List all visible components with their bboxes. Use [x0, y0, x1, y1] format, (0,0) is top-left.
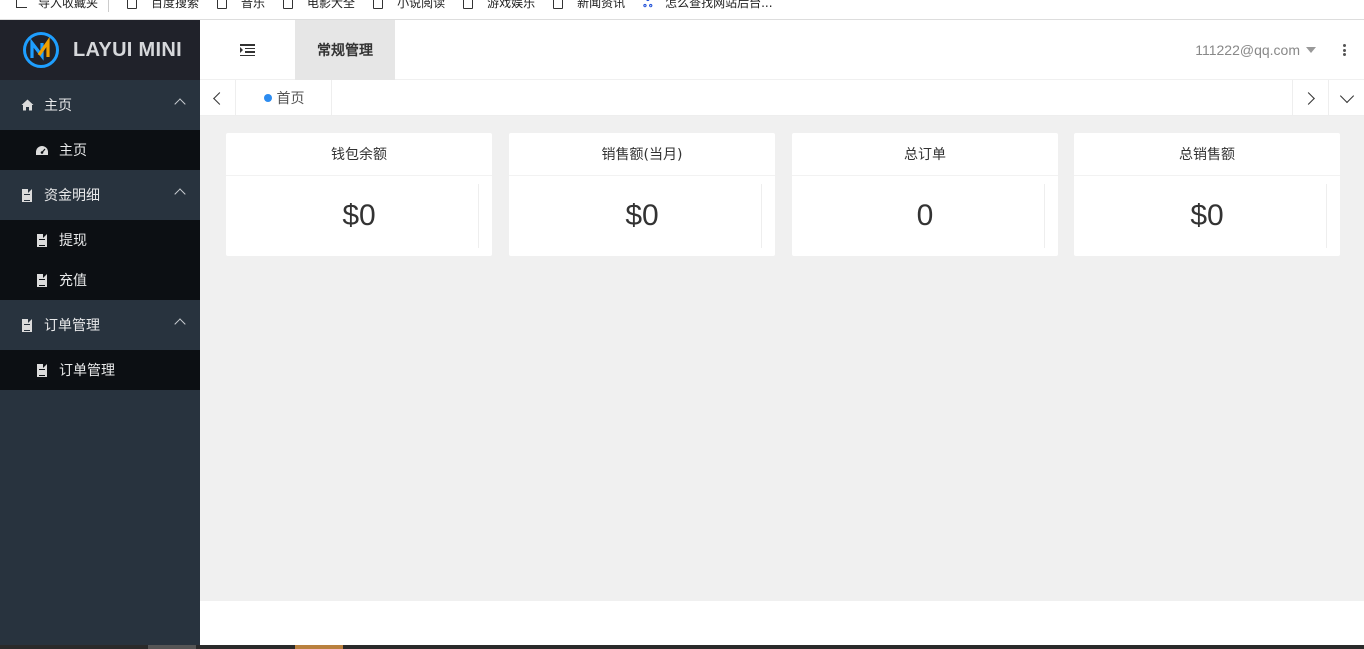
chevron-up-icon: [174, 98, 186, 110]
submenu-funds: 提现 充值: [0, 220, 200, 300]
card-title: 总订单: [792, 133, 1058, 176]
logo-icon: [23, 32, 59, 68]
file-icon: [20, 318, 34, 332]
page-icon: [217, 0, 228, 9]
home-icon: [20, 98, 34, 112]
sidebar-item-recharge[interactable]: 充值: [0, 260, 200, 300]
bookmarks-bar: 导入收藏夹 百度搜索 音乐 电影大全 小说阅读 游戏娱乐 新闻资讯 ஃ 怎么查找网…: [0, 0, 1364, 20]
menu-head-orders[interactable]: 订单管理: [0, 300, 200, 350]
sidebar-item-home[interactable]: 主页: [0, 130, 200, 170]
file-icon: [35, 363, 49, 377]
tab-scroll-left-button[interactable]: [200, 80, 236, 116]
bookmark-separator: [108, 0, 110, 12]
submenu-orders: 订单管理: [0, 350, 200, 390]
chevron-right-icon: [1302, 91, 1315, 105]
os-taskbar: [0, 645, 1364, 649]
sidebar-item-orders[interactable]: 订单管理: [0, 350, 200, 390]
menu-toggle-button[interactable]: [200, 20, 295, 80]
file-icon: [35, 233, 49, 247]
page-icon: [127, 0, 138, 9]
chevron-left-icon: [213, 91, 226, 105]
sidebar-item-withdraw[interactable]: 提现: [0, 220, 200, 260]
vertical-dots-icon[interactable]: [1343, 44, 1346, 56]
card-value: $0: [509, 176, 775, 256]
page-icon: [463, 0, 474, 9]
chevron-down-icon: [1339, 88, 1354, 103]
sidebar: LAYUI MINI 主页 主页 资金明细 提现 充值 订单管理 订单管理: [0, 20, 200, 649]
card-value: $0: [226, 176, 492, 256]
footer: [200, 601, 1364, 645]
indent-icon: [240, 44, 255, 56]
menu-group-home: 主页 主页: [0, 80, 200, 170]
chevron-up-icon: [174, 188, 186, 200]
chevron-up-icon: [174, 318, 186, 330]
menu-group-funds: 资金明细 提现 充值: [0, 170, 200, 300]
card-value: 0: [792, 176, 1058, 256]
card-title: 总销售额: [1074, 133, 1340, 176]
stat-card-total-sales: 总销售额 $0: [1074, 133, 1340, 256]
page-icon: [373, 0, 384, 9]
tab-strip: 首页: [200, 80, 1364, 116]
menu-head-home[interactable]: 主页: [0, 80, 200, 130]
bookmark-item[interactable]: 电影大全: [283, 0, 355, 13]
tab-scroll-right-button[interactable]: [1292, 80, 1328, 116]
file-icon: [35, 273, 49, 287]
user-menu[interactable]: 111222@qq.com: [1195, 20, 1316, 80]
menu-group-orders: 订单管理 订单管理: [0, 300, 200, 390]
tab-home[interactable]: 首页: [237, 80, 332, 116]
logo[interactable]: LAYUI MINI: [0, 20, 200, 80]
stat-card-monthly-sales: 销售额(当月) $0: [509, 133, 775, 256]
bookmark-item[interactable]: 百度搜索: [127, 0, 199, 13]
bookmark-item[interactable]: 小说阅读: [373, 0, 445, 13]
top-header: 常规管理 111222@qq.com: [200, 20, 1364, 80]
page-icon: [553, 0, 564, 9]
menu-head-funds[interactable]: 资金明细: [0, 170, 200, 220]
bookmark-item[interactable]: 新闻资讯: [553, 0, 625, 13]
main-content: 钱包余额 $0 销售额(当月) $0 总订单 0 总销售额 $0: [200, 116, 1364, 601]
bookmark-item[interactable]: 音乐: [217, 0, 265, 13]
tab-menu-button[interactable]: [1328, 80, 1364, 116]
submenu-home: 主页: [0, 130, 200, 170]
tab-general-management[interactable]: 常规管理: [295, 20, 395, 80]
user-email: 111222@qq.com: [1195, 42, 1300, 58]
page-icon: [283, 0, 294, 9]
logo-text: LAYUI MINI: [73, 38, 182, 61]
bookmark-item[interactable]: ஃ 怎么查找网站后台...: [643, 0, 772, 13]
card-title: 销售额(当月): [509, 133, 775, 176]
bookmark-import[interactable]: 导入收藏夹: [16, 0, 98, 13]
active-dot-icon: [263, 94, 272, 102]
baidu-paw-icon: ஃ: [643, 0, 653, 10]
stat-card-total-orders: 总订单 0: [792, 133, 1058, 256]
caret-down-icon: [1306, 47, 1316, 53]
card-value: $0: [1074, 176, 1340, 256]
dashboard-icon: [35, 143, 49, 157]
import-icon: [16, 0, 30, 9]
bookmark-item[interactable]: 游戏娱乐: [463, 0, 535, 13]
stat-card-wallet: 钱包余额 $0: [226, 133, 492, 256]
card-title: 钱包余额: [226, 133, 492, 176]
file-icon: [20, 188, 34, 202]
